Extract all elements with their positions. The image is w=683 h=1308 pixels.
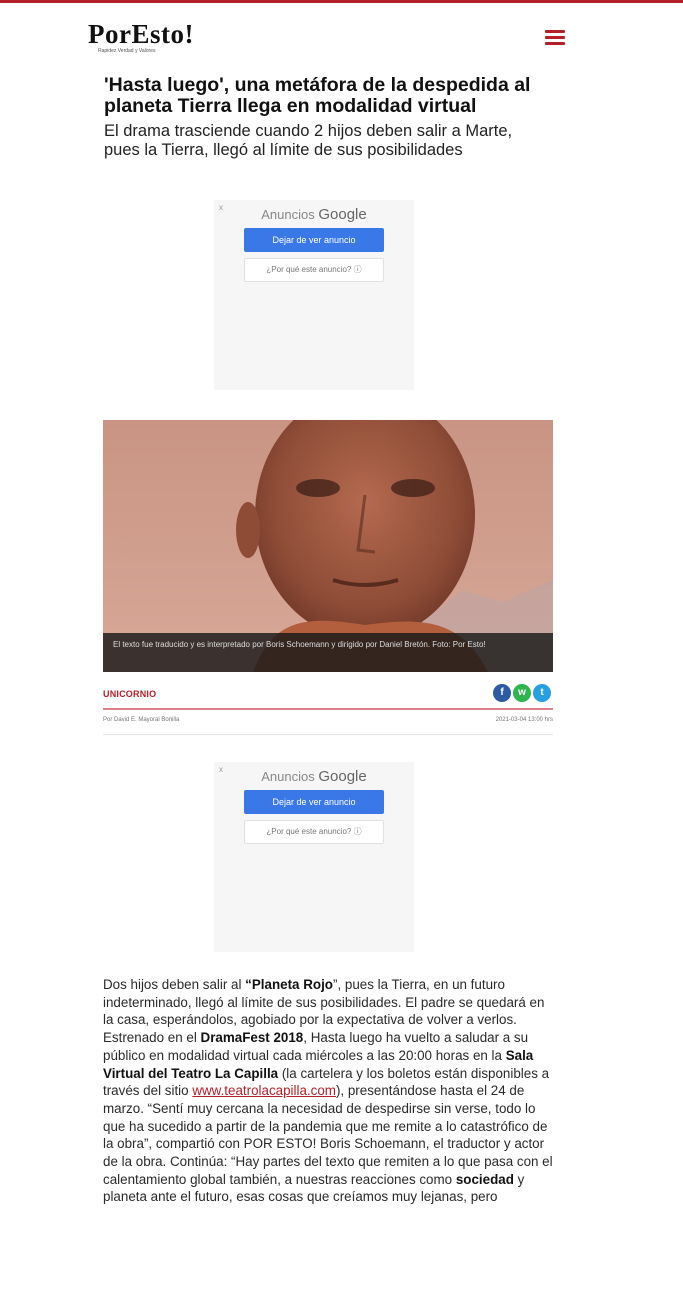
article-body: Dos hijos deben salir al “Planeta Rojo”,… — [103, 976, 555, 1206]
article-subheadline: El drama trasciende cuando 2 hijos deben… — [104, 122, 513, 159]
ad-label-prefix: Anuncios — [261, 207, 315, 222]
logo-tagline: Rapidez Verdad y Valores — [98, 48, 156, 54]
body-bold: sociedad — [455, 1171, 514, 1187]
body-bold: DramaFest 2018 — [200, 1030, 304, 1046]
facebook-icon[interactable]: f — [493, 684, 511, 702]
stop-ad-button[interactable]: Dejar de ver anuncio — [244, 228, 384, 252]
ad-label-prefix: Anuncios — [261, 769, 315, 784]
whatsapp-icon[interactable]: w — [513, 684, 531, 702]
site-header: PorEsto! Rapidez Verdad y Valores — [0, 0, 683, 62]
stop-ad-button[interactable]: Dejar de ver anuncio — [244, 790, 384, 814]
section-tag[interactable]: UNICORNIO — [103, 689, 156, 699]
ad-slot-top: x Anuncios Google Dejar de ver anuncio ¿… — [214, 200, 414, 390]
ad-slot-mid: x Anuncios Google Dejar de ver anuncio ¿… — [214, 762, 414, 952]
divider — [103, 708, 553, 710]
publish-date: 2021-03-04 13:00 hrs — [495, 717, 553, 723]
why-ad-button[interactable]: ¿Por qué este anuncio? ⓘ — [244, 258, 384, 282]
teatro-link[interactable]: www.teatrolacapilla.com — [192, 1083, 336, 1098]
ad-label: Anuncios Google — [214, 206, 414, 223]
ad-label: Anuncios Google — [214, 768, 414, 785]
article-headline: 'Hasta luego', una metáfora de la desped… — [104, 74, 531, 117]
body-text: Dos hijos deben salir al — [103, 977, 246, 992]
why-ad-button[interactable]: ¿Por qué este anuncio? ⓘ — [244, 820, 384, 844]
site-logo[interactable]: PorEsto! — [88, 19, 194, 50]
body-bold: “Planeta Rojo — [245, 977, 333, 992]
ad-label-brand: Google — [318, 768, 367, 785]
image-caption: El texto fue traducido y es interpretado… — [103, 633, 553, 672]
ad-label-brand: Google — [318, 206, 367, 223]
hamburger-menu-icon[interactable] — [545, 30, 565, 45]
byline: Por David E. Mayoral Bonilla — [103, 717, 180, 723]
twitter-icon[interactable]: t — [533, 684, 551, 702]
divider — [103, 734, 553, 735]
